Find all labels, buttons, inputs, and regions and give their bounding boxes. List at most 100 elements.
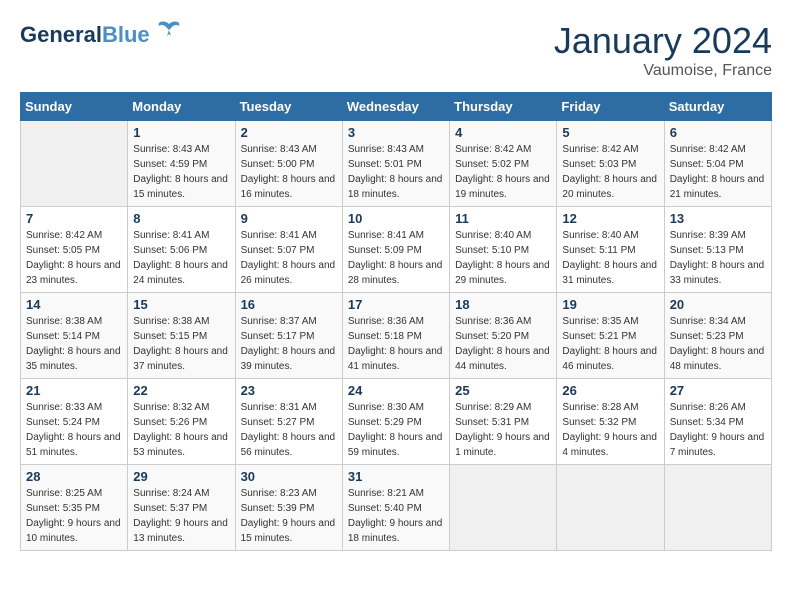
logo-blue: Blue [102, 22, 150, 47]
day-number: 19 [562, 297, 658, 312]
day-number: 24 [348, 383, 444, 398]
day-info: Sunrise: 8:41 AMSunset: 5:09 PMDaylight:… [348, 228, 444, 288]
day-number: 18 [455, 297, 551, 312]
day-cell: 24 Sunrise: 8:30 AMSunset: 5:29 PMDaylig… [342, 379, 449, 465]
day-info: Sunrise: 8:40 AMSunset: 5:11 PMDaylight:… [562, 228, 658, 288]
day-cell: 3 Sunrise: 8:43 AMSunset: 5:01 PMDayligh… [342, 121, 449, 207]
col-wednesday: Wednesday [342, 93, 449, 121]
day-info: Sunrise: 8:25 AMSunset: 5:35 PMDaylight:… [26, 486, 122, 546]
day-info: Sunrise: 8:41 AMSunset: 5:07 PMDaylight:… [241, 228, 337, 288]
logo-bird-icon [155, 16, 183, 44]
day-number: 16 [241, 297, 337, 312]
day-cell: 14 Sunrise: 8:38 AMSunset: 5:14 PMDaylig… [21, 293, 128, 379]
day-info: Sunrise: 8:29 AMSunset: 5:31 PMDaylight:… [455, 400, 551, 460]
day-info: Sunrise: 8:34 AMSunset: 5:23 PMDaylight:… [670, 314, 766, 374]
day-info: Sunrise: 8:30 AMSunset: 5:29 PMDaylight:… [348, 400, 444, 460]
day-cell: 13 Sunrise: 8:39 AMSunset: 5:13 PMDaylig… [664, 207, 771, 293]
day-cell: 15 Sunrise: 8:38 AMSunset: 5:15 PMDaylig… [128, 293, 235, 379]
col-sunday: Sunday [21, 93, 128, 121]
day-info: Sunrise: 8:41 AMSunset: 5:06 PMDaylight:… [133, 228, 229, 288]
header-row: Sunday Monday Tuesday Wednesday Thursday… [21, 93, 772, 121]
day-number: 11 [455, 211, 551, 226]
day-cell: 29 Sunrise: 8:24 AMSunset: 5:37 PMDaylig… [128, 465, 235, 551]
day-number: 13 [670, 211, 766, 226]
day-number: 23 [241, 383, 337, 398]
day-cell: 22 Sunrise: 8:32 AMSunset: 5:26 PMDaylig… [128, 379, 235, 465]
day-cell: 28 Sunrise: 8:25 AMSunset: 5:35 PMDaylig… [21, 465, 128, 551]
day-number: 14 [26, 297, 122, 312]
day-cell: 10 Sunrise: 8:41 AMSunset: 5:09 PMDaylig… [342, 207, 449, 293]
col-thursday: Thursday [450, 93, 557, 121]
day-cell: 11 Sunrise: 8:40 AMSunset: 5:10 PMDaylig… [450, 207, 557, 293]
day-number: 30 [241, 469, 337, 484]
day-info: Sunrise: 8:33 AMSunset: 5:24 PMDaylight:… [26, 400, 122, 460]
day-info: Sunrise: 8:42 AMSunset: 5:04 PMDaylight:… [670, 142, 766, 202]
day-cell: 16 Sunrise: 8:37 AMSunset: 5:17 PMDaylig… [235, 293, 342, 379]
day-cell: 1 Sunrise: 8:43 AMSunset: 4:59 PMDayligh… [128, 121, 235, 207]
day-number: 3 [348, 125, 444, 140]
day-info: Sunrise: 8:31 AMSunset: 5:27 PMDaylight:… [241, 400, 337, 460]
day-info: Sunrise: 8:42 AMSunset: 5:05 PMDaylight:… [26, 228, 122, 288]
day-info: Sunrise: 8:38 AMSunset: 5:15 PMDaylight:… [133, 314, 229, 374]
day-cell [664, 465, 771, 551]
day-info: Sunrise: 8:42 AMSunset: 5:02 PMDaylight:… [455, 142, 551, 202]
week-row-2: 7 Sunrise: 8:42 AMSunset: 5:05 PMDayligh… [21, 207, 772, 293]
week-row-5: 28 Sunrise: 8:25 AMSunset: 5:35 PMDaylig… [21, 465, 772, 551]
day-number: 26 [562, 383, 658, 398]
day-cell: 25 Sunrise: 8:29 AMSunset: 5:31 PMDaylig… [450, 379, 557, 465]
day-info: Sunrise: 8:26 AMSunset: 5:34 PMDaylight:… [670, 400, 766, 460]
day-cell: 26 Sunrise: 8:28 AMSunset: 5:32 PMDaylig… [557, 379, 664, 465]
day-number: 28 [26, 469, 122, 484]
day-cell: 18 Sunrise: 8:36 AMSunset: 5:20 PMDaylig… [450, 293, 557, 379]
day-cell: 7 Sunrise: 8:42 AMSunset: 5:05 PMDayligh… [21, 207, 128, 293]
day-info: Sunrise: 8:37 AMSunset: 5:17 PMDaylight:… [241, 314, 337, 374]
day-cell: 21 Sunrise: 8:33 AMSunset: 5:24 PMDaylig… [21, 379, 128, 465]
col-tuesday: Tuesday [235, 93, 342, 121]
day-cell [557, 465, 664, 551]
day-cell: 20 Sunrise: 8:34 AMSunset: 5:23 PMDaylig… [664, 293, 771, 379]
day-info: Sunrise: 8:23 AMSunset: 5:39 PMDaylight:… [241, 486, 337, 546]
day-info: Sunrise: 8:43 AMSunset: 5:01 PMDaylight:… [348, 142, 444, 202]
day-number: 31 [348, 469, 444, 484]
day-number: 21 [26, 383, 122, 398]
week-row-3: 14 Sunrise: 8:38 AMSunset: 5:14 PMDaylig… [21, 293, 772, 379]
day-info: Sunrise: 8:21 AMSunset: 5:40 PMDaylight:… [348, 486, 444, 546]
day-info: Sunrise: 8:24 AMSunset: 5:37 PMDaylight:… [133, 486, 229, 546]
day-info: Sunrise: 8:42 AMSunset: 5:03 PMDaylight:… [562, 142, 658, 202]
day-info: Sunrise: 8:32 AMSunset: 5:26 PMDaylight:… [133, 400, 229, 460]
day-cell [21, 121, 128, 207]
col-saturday: Saturday [664, 93, 771, 121]
day-info: Sunrise: 8:35 AMSunset: 5:21 PMDaylight:… [562, 314, 658, 374]
day-cell: 30 Sunrise: 8:23 AMSunset: 5:39 PMDaylig… [235, 465, 342, 551]
day-cell: 9 Sunrise: 8:41 AMSunset: 5:07 PMDayligh… [235, 207, 342, 293]
col-monday: Monday [128, 93, 235, 121]
logo-general: General [20, 22, 102, 47]
day-number: 12 [562, 211, 658, 226]
calendar-table: Sunday Monday Tuesday Wednesday Thursday… [20, 92, 772, 551]
col-friday: Friday [557, 93, 664, 121]
day-number: 20 [670, 297, 766, 312]
day-info: Sunrise: 8:39 AMSunset: 5:13 PMDaylight:… [670, 228, 766, 288]
day-info: Sunrise: 8:36 AMSunset: 5:18 PMDaylight:… [348, 314, 444, 374]
location: Vaumoise, France [554, 62, 772, 80]
day-cell: 27 Sunrise: 8:26 AMSunset: 5:34 PMDaylig… [664, 379, 771, 465]
day-number: 9 [241, 211, 337, 226]
day-cell: 23 Sunrise: 8:31 AMSunset: 5:27 PMDaylig… [235, 379, 342, 465]
week-row-4: 21 Sunrise: 8:33 AMSunset: 5:24 PMDaylig… [21, 379, 772, 465]
day-number: 4 [455, 125, 551, 140]
day-number: 25 [455, 383, 551, 398]
day-number: 2 [241, 125, 337, 140]
day-cell: 31 Sunrise: 8:21 AMSunset: 5:40 PMDaylig… [342, 465, 449, 551]
day-number: 22 [133, 383, 229, 398]
month-title: January 2024 [554, 20, 772, 62]
day-number: 6 [670, 125, 766, 140]
day-cell: 17 Sunrise: 8:36 AMSunset: 5:18 PMDaylig… [342, 293, 449, 379]
day-info: Sunrise: 8:43 AMSunset: 4:59 PMDaylight:… [133, 142, 229, 202]
day-number: 15 [133, 297, 229, 312]
day-number: 29 [133, 469, 229, 484]
day-number: 5 [562, 125, 658, 140]
day-cell: 19 Sunrise: 8:35 AMSunset: 5:21 PMDaylig… [557, 293, 664, 379]
day-info: Sunrise: 8:28 AMSunset: 5:32 PMDaylight:… [562, 400, 658, 460]
day-cell [450, 465, 557, 551]
logo: GeneralBlue [20, 20, 183, 49]
